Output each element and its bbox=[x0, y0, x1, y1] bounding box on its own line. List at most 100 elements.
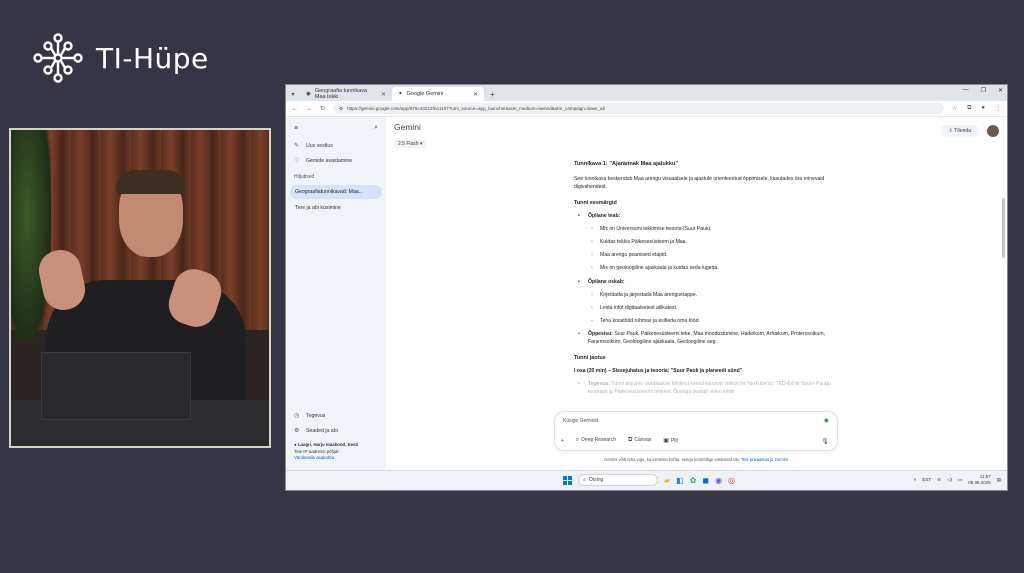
list-item: Tegevus: Tunni alguses vaadatakse lühike… bbox=[574, 380, 844, 396]
outlook-icon[interactable]: ◼ bbox=[702, 476, 709, 485]
list-item: Õppesisu: Suur Pauk, Päikesesüsteemi tek… bbox=[574, 330, 844, 346]
address-bar: ← → ↻ ⚙ https://gemini.google.com/app/87… bbox=[286, 101, 1007, 117]
list-item: Kuidas tekkis Päikesesüsteem ja Maa. bbox=[574, 238, 844, 246]
recent-item-geography[interactable]: Geograafiatunnikavad: Maa... bbox=[290, 185, 382, 199]
gem-icon: ♡ bbox=[294, 158, 300, 164]
url-text: https://gemini.google.com/app/875c43212f… bbox=[347, 106, 605, 111]
image-button[interactable]: ▣ Pilt bbox=[663, 437, 678, 444]
back-icon[interactable]: ← bbox=[292, 106, 298, 112]
hamburger-menu-icon[interactable]: ≡ bbox=[294, 125, 298, 132]
edit-icon: ✎ bbox=[294, 143, 300, 149]
site-info-icon[interactable]: ⚙ bbox=[339, 106, 343, 112]
profile-icon[interactable]: ● bbox=[981, 105, 985, 112]
clock[interactable]: 11:57 05.06.2025 bbox=[968, 474, 991, 486]
wifi-icon[interactable]: ≋ bbox=[937, 477, 941, 483]
notifications-icon[interactable]: ▤ bbox=[997, 477, 1001, 483]
goals-heading: Tunni eesmärgid bbox=[574, 200, 617, 207]
recent-item-hello[interactable]: Tere ja abi küsimine bbox=[286, 201, 386, 215]
microphone-icon[interactable]: 🎙 bbox=[821, 438, 829, 445]
chrome-icon[interactable]: ◎ bbox=[728, 476, 735, 485]
close-tab-icon[interactable]: ✕ bbox=[381, 91, 386, 98]
language-indicator[interactable]: EST bbox=[922, 477, 931, 482]
gemini-header: Gemini 2.5 Flash ▾ bbox=[394, 122, 427, 150]
laptop bbox=[41, 352, 191, 420]
scrollbar[interactable] bbox=[1002, 198, 1005, 258]
tab-gemini[interactable]: ✦ Google Gemini ✕ bbox=[392, 87, 484, 101]
add-icon[interactable]: + bbox=[561, 438, 564, 444]
settings-button[interactable]: ⚙ Seaded ja abi bbox=[286, 423, 386, 438]
lesson-heading: Tunnikava 1: "Ajarännak Maa ajalukku" bbox=[574, 161, 679, 167]
chevron-down-icon: ▾ bbox=[419, 141, 423, 147]
browser-window: ▾ ◉ Geograafia tunnikava Maa tekki ✕ ✦ G… bbox=[285, 84, 1008, 491]
chevron-up-icon[interactable]: ˄ bbox=[914, 477, 917, 482]
model-selector[interactable]: 2.5 Flash ▾ bbox=[394, 140, 427, 148]
tab-geography[interactable]: ◉ Geograafia tunnikava Maa tekki ✕ bbox=[300, 87, 392, 101]
close-window-icon[interactable]: ✕ bbox=[998, 87, 1003, 94]
avatar[interactable] bbox=[987, 125, 999, 137]
new-tab-icon[interactable]: + bbox=[484, 87, 501, 101]
image-icon: ▣ bbox=[663, 438, 669, 444]
list-item: Maa arengu peamised etapid. bbox=[574, 251, 844, 259]
tab-label: Geograafia tunnikava Maa tekki bbox=[314, 88, 368, 100]
explore-gems-label: Gemide avastamine bbox=[306, 157, 353, 164]
list-item: Mis on Universumi tekkimise teooria (Suu… bbox=[574, 225, 844, 233]
input-tools: + ⌕ Deep Research ⧉ Canvas ▣ Pilt bbox=[561, 437, 678, 444]
reload-icon[interactable]: ↻ bbox=[320, 105, 325, 112]
extensions-icon[interactable]: ⧉ bbox=[967, 105, 971, 112]
search-icon[interactable]: ⌕ bbox=[374, 124, 378, 132]
webcam-video bbox=[9, 128, 271, 448]
tab-favicon-icon: ◉ bbox=[306, 91, 311, 97]
list-item: Leida infot digitaalsetest allikatest. bbox=[574, 304, 844, 312]
new-chat-button[interactable]: ✎ Uus vestlus bbox=[286, 138, 386, 153]
update-location-link[interactable]: Värskenda asukohta bbox=[294, 455, 334, 460]
activity-label: Tegevus bbox=[306, 412, 326, 419]
prompt-placeholder: Küsige Geminilt bbox=[563, 418, 599, 424]
network-logo-icon bbox=[33, 33, 83, 83]
menu-icon[interactable]: ⋮ bbox=[995, 105, 1001, 112]
logo-text: TI-Hüpe bbox=[96, 41, 209, 75]
windows-start-icon[interactable] bbox=[563, 475, 572, 485]
forward-icon[interactable]: → bbox=[306, 106, 312, 112]
taskbar-search[interactable]: ⌕ Otsing bbox=[578, 474, 658, 486]
toolbar-right: ☆ ⧉ ● ⋮ bbox=[952, 105, 1001, 112]
prompt-input[interactable]: Küsige Geminilt ◉ + ⌕ Deep Research ⧉ Canv… bbox=[554, 411, 838, 451]
taskbar: ⌕ Otsing ▰ ◧ ✿ ◼ ◉ ◎ ˄ EST ≋ ◁) ▭ 11:57 … bbox=[286, 470, 1007, 490]
copilot-icon[interactable]: ✿ bbox=[690, 476, 697, 485]
privacy-link[interactable]: Teie privaatsus ja Gemini bbox=[741, 457, 788, 462]
tab-favicon-icon: ✦ bbox=[398, 91, 403, 97]
file-explorer-icon[interactable]: ▰ bbox=[664, 476, 670, 485]
bookmark-star-icon[interactable]: ☆ bbox=[952, 105, 957, 112]
sidebar-bottom: ◷ Tegevus ⚙ Seaded ja abi ● Laagri, Harj… bbox=[286, 408, 386, 466]
teams-icon[interactable]: ◉ bbox=[715, 476, 722, 485]
part1-heading: I osa (20 min) – Sissejuhatus ja teooria… bbox=[574, 368, 743, 375]
deep-research-button[interactable]: ⌕ Deep Research bbox=[576, 437, 616, 444]
volume-icon[interactable]: ◁) bbox=[947, 477, 952, 483]
settings-label: Seaded ja abi bbox=[306, 427, 338, 434]
chat-response: Tunnikava 1: "Ajarännak Maa ajalukku" Se… bbox=[574, 156, 844, 400]
gemini-title: Gemini bbox=[394, 122, 421, 132]
minimize-icon[interactable]: — bbox=[963, 87, 969, 94]
activity-button[interactable]: ◷ Tegevus bbox=[286, 408, 386, 423]
store-icon[interactable]: ◧ bbox=[676, 476, 684, 485]
tab-list-icon[interactable]: ▾ bbox=[286, 87, 300, 101]
canvas-button[interactable]: ⧉ Canvas bbox=[628, 437, 651, 444]
share-button[interactable]: ⇪ Tõenda bbox=[940, 125, 979, 137]
location-info: ● Laagri, Harju maakond, Eesti Teie IP-a… bbox=[286, 438, 386, 466]
input-status-icon: ◉ bbox=[823, 418, 829, 424]
list-item: Mis on geoloogiline ajaskaala ja kuidas … bbox=[574, 264, 844, 272]
sidebar-top: ≡ ⌕ bbox=[286, 118, 386, 138]
history-icon: ◷ bbox=[294, 413, 300, 420]
list-item: Teha koostööd rühmas ja esitleda oma töö… bbox=[574, 317, 844, 325]
maximize-icon[interactable]: ❐ bbox=[981, 87, 986, 94]
window-controls: — ❐ ✕ bbox=[963, 87, 1003, 94]
location-source: Teie IP-aadressi põhjal bbox=[294, 448, 339, 454]
lesson-intro: See tunnikava keskendub Maa arengu visua… bbox=[574, 175, 825, 191]
url-field[interactable]: ⚙ https://gemini.google.com/app/875c4321… bbox=[333, 103, 944, 114]
structure-heading: Tunni jaotus bbox=[574, 355, 606, 362]
goals-list: Õpilane teab: Mis on Universumi tekkimis… bbox=[574, 212, 844, 347]
activity-list: Tegevus: Tunni alguses vaadatakse lühike… bbox=[574, 380, 844, 396]
explore-gems-button[interactable]: ♡ Gemide avastamine bbox=[286, 153, 386, 168]
location-line: ● Laagri, Harju maakond, Eesti bbox=[294, 442, 359, 448]
battery-icon[interactable]: ▭ bbox=[958, 477, 962, 483]
close-tab-icon[interactable]: ✕ bbox=[473, 91, 478, 98]
